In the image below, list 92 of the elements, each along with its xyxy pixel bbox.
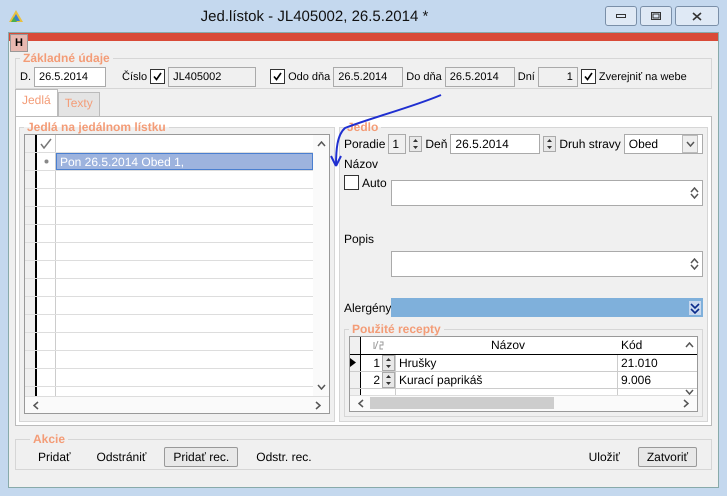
scroll-right-icon[interactable] [315, 400, 321, 410]
checkbox[interactable] [580, 69, 596, 84]
to-label: Do dňa [406, 70, 442, 82]
row-header[interactable] [25, 351, 37, 368]
publish-label: Zverejniť na webe [598, 70, 687, 82]
order-cell: 1 [373, 356, 380, 370]
column-header[interactable]: Kód [618, 337, 681, 354]
expand-icon[interactable] [689, 300, 701, 314]
row-header[interactable] [25, 171, 37, 188]
row-header[interactable] [25, 297, 37, 314]
row-header[interactable] [25, 189, 37, 206]
minimize-icon [616, 14, 626, 18]
row-selector[interactable] [350, 354, 361, 371]
bullet-icon [44, 159, 48, 164]
action-link[interactable]: Odstr. rec. [248, 448, 320, 466]
action-button[interactable]: Zatvoriť [638, 446, 697, 466]
row-header[interactable] [25, 333, 37, 350]
allergens-field[interactable] [391, 298, 703, 317]
close-icon [692, 12, 702, 20]
spinner-icon[interactable] [382, 354, 395, 371]
meal-type-label: Druh stravy [559, 137, 621, 151]
spinner-icon[interactable] [543, 136, 556, 152]
scroll-down-icon[interactable] [316, 384, 326, 390]
action-link[interactable]: Uložiť [580, 448, 628, 466]
checkbox[interactable] [270, 69, 286, 84]
row-header[interactable] [25, 153, 37, 170]
scroll-down-icon[interactable] [690, 264, 698, 270]
scroll-up-icon[interactable] [316, 141, 326, 147]
scroll-down-icon[interactable] [684, 388, 694, 395]
checkbox[interactable] [344, 175, 359, 190]
table-cell: Kurací paprikáš [395, 372, 617, 388]
scroll-left-icon[interactable] [358, 398, 364, 408]
scroll-up-icon[interactable] [690, 187, 698, 194]
group-title: Akcie [32, 432, 66, 446]
number-field[interactable]: JL405002 [168, 66, 256, 86]
column-header[interactable]: Názov [395, 337, 618, 354]
close-button[interactable] [675, 6, 719, 26]
scroll-right-icon[interactable] [683, 398, 689, 408]
days-label: Dní [518, 70, 535, 82]
order-field[interactable]: 1 [388, 134, 406, 154]
checkbox[interactable] [150, 69, 166, 84]
date-label: D. [20, 70, 31, 82]
scroll-up-icon[interactable] [684, 342, 694, 348]
date-field[interactable]: 26.5.2014 [34, 66, 106, 86]
days-field[interactable]: 1 [538, 66, 578, 86]
row-header[interactable] [25, 261, 37, 278]
maximize-button[interactable] [640, 6, 672, 26]
row-selector[interactable] [350, 372, 361, 388]
sort-order-icon[interactable] [372, 340, 384, 350]
table-cell: Hrušky [395, 354, 617, 371]
window-title: Jed.lístok - JL405002, 26.5.2014 * [200, 8, 430, 24]
row-header[interactable] [25, 369, 37, 386]
scroll-down-icon[interactable] [686, 141, 694, 147]
action-link[interactable]: Odstrániť [88, 448, 154, 466]
table-cell: 21.010 [617, 354, 681, 371]
spinner-icon[interactable] [409, 136, 422, 152]
maximize-icon [651, 12, 661, 20]
action-button[interactable]: Pridať rec. [164, 446, 238, 466]
number-label: Číslo [122, 70, 148, 82]
order-label: Poradie [344, 137, 386, 151]
auto-label: Auto [362, 176, 387, 190]
description-label: Popis [344, 232, 376, 246]
scroll-down-icon[interactable] [690, 193, 698, 200]
day-field[interactable]: 26.5.2014 [450, 134, 540, 154]
header-tab[interactable]: H [10, 34, 28, 52]
group-title: Jedlo [346, 120, 380, 134]
row-header[interactable] [25, 315, 37, 332]
app-icon [8, 9, 24, 23]
row-header[interactable] [25, 279, 37, 296]
scroll-left-icon[interactable] [33, 400, 39, 410]
from-label: Odo dňa [288, 70, 330, 82]
scrollbar-thumb[interactable] [370, 397, 554, 410]
row-header[interactable] [25, 207, 37, 224]
row-pointer-icon [350, 358, 356, 368]
action-link[interactable]: Pridať [30, 448, 79, 466]
spinner-icon[interactable] [382, 372, 395, 388]
group-title: Základné údaje [22, 51, 111, 65]
day-label: Deň [425, 137, 448, 151]
row-header[interactable] [25, 135, 37, 152]
group-title: Použité recepty [351, 322, 442, 336]
from-date-field[interactable]: 26.5.2014 [333, 66, 404, 86]
name-label: Názov [344, 157, 380, 171]
meal-type-dropdown[interactable]: Obed [624, 134, 703, 154]
checkmark-icon [40, 138, 52, 149]
row-header[interactable] [25, 243, 37, 260]
to-date-field[interactable]: 26.5.2014 [444, 66, 515, 86]
table-cell: 9.006 [617, 372, 681, 388]
minimize-button[interactable] [605, 6, 637, 26]
group-title: Jedlá na jedálnom lístku [26, 120, 167, 134]
row-header[interactable] [25, 225, 37, 242]
order-cell: 2 [373, 372, 380, 387]
scroll-up-icon[interactable] [690, 258, 698, 264]
